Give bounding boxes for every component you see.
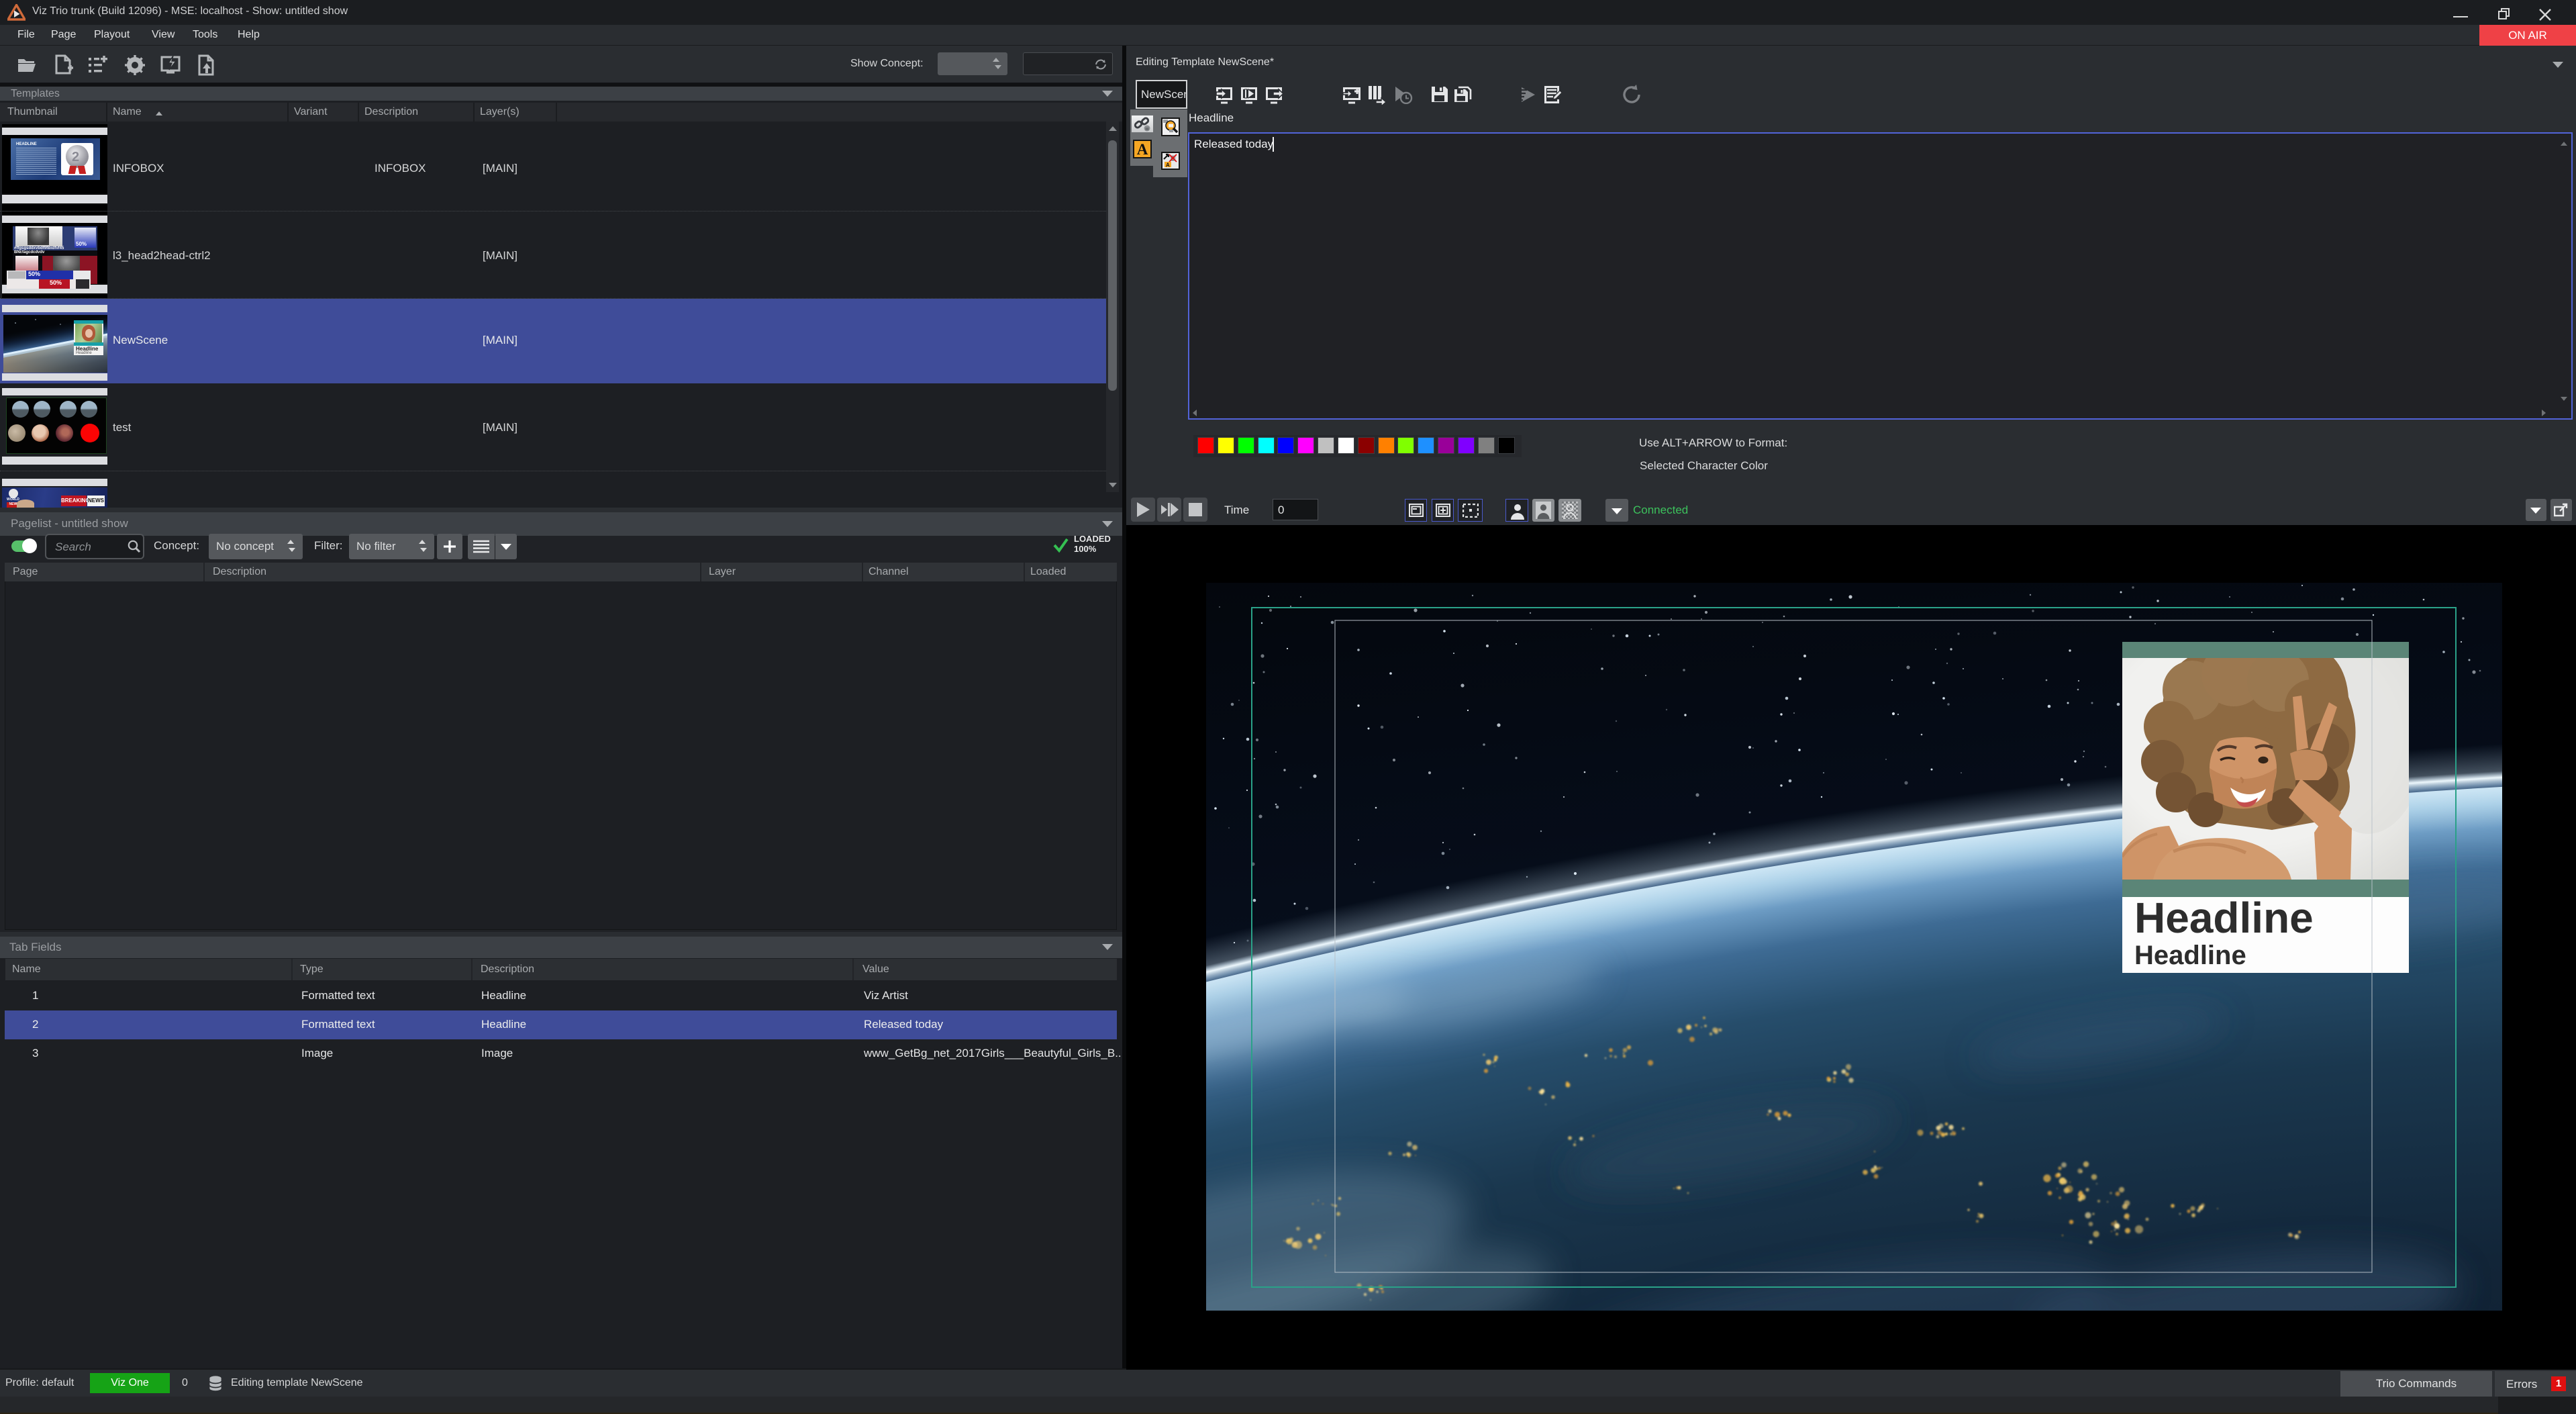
svg-text:Headline: Headline [2134, 894, 2314, 942]
svg-text:Headline: Headline [2134, 941, 2246, 970]
svg-text:A: A [1166, 162, 1170, 169]
